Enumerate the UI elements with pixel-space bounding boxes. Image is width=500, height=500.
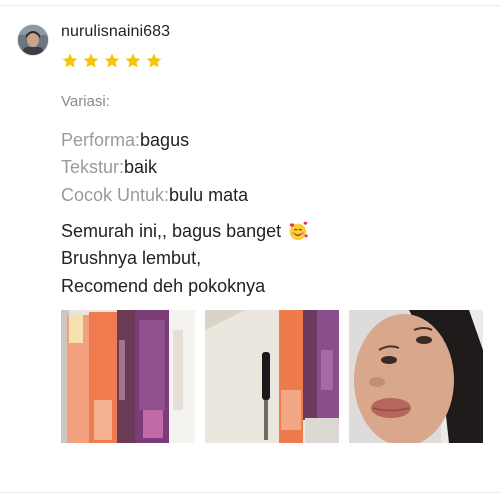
star-icon bbox=[62, 53, 78, 68]
variation-label: Variasi: bbox=[61, 93, 110, 110]
reviewer-username[interactable]: nurulisnaini683 bbox=[61, 23, 170, 41]
rating-stars bbox=[61, 52, 163, 70]
star-icon bbox=[146, 53, 162, 68]
attribute-value: bagus bbox=[140, 130, 190, 150]
bottom-divider bbox=[0, 492, 500, 493]
review-photo-3[interactable] bbox=[349, 310, 483, 443]
attribute-value: bulu mata bbox=[169, 185, 249, 205]
product-photo-mascara-packages-icon bbox=[61, 310, 195, 443]
review-photo-2[interactable] bbox=[205, 310, 339, 443]
attribute-label: Cocok Untuk: bbox=[61, 185, 170, 205]
smiling-face-with-hearts-icon bbox=[289, 221, 309, 241]
attribute-performance: Performa:bagus bbox=[61, 130, 189, 151]
star-icon bbox=[83, 53, 99, 68]
star-icon bbox=[104, 53, 120, 68]
reviewer-selfie-photo-icon bbox=[349, 310, 483, 443]
attribute-suitable-for: Cocok Untuk:bulu mata bbox=[61, 185, 248, 206]
review-photo-1[interactable] bbox=[61, 310, 195, 443]
reviewer-avatar[interactable] bbox=[18, 25, 48, 55]
review-comment-line: Semurah ini,, bagus banget bbox=[61, 220, 309, 242]
review-comment-line: Recomend deh pokoknya bbox=[61, 276, 266, 296]
top-divider bbox=[0, 5, 500, 6]
star-icon bbox=[125, 53, 141, 68]
attribute-texture: Tekstur:baik bbox=[61, 157, 157, 178]
product-photo-mascara-brush-icon bbox=[205, 310, 339, 443]
avatar-image-icon bbox=[18, 25, 48, 55]
review-comment-line: Brushnya lembut, bbox=[61, 248, 202, 268]
attribute-value: baik bbox=[124, 157, 158, 177]
comment-text: Semurah ini,, bagus banget bbox=[61, 220, 282, 241]
attribute-label: Tekstur: bbox=[61, 157, 125, 177]
attribute-label: Performa: bbox=[61, 130, 141, 150]
